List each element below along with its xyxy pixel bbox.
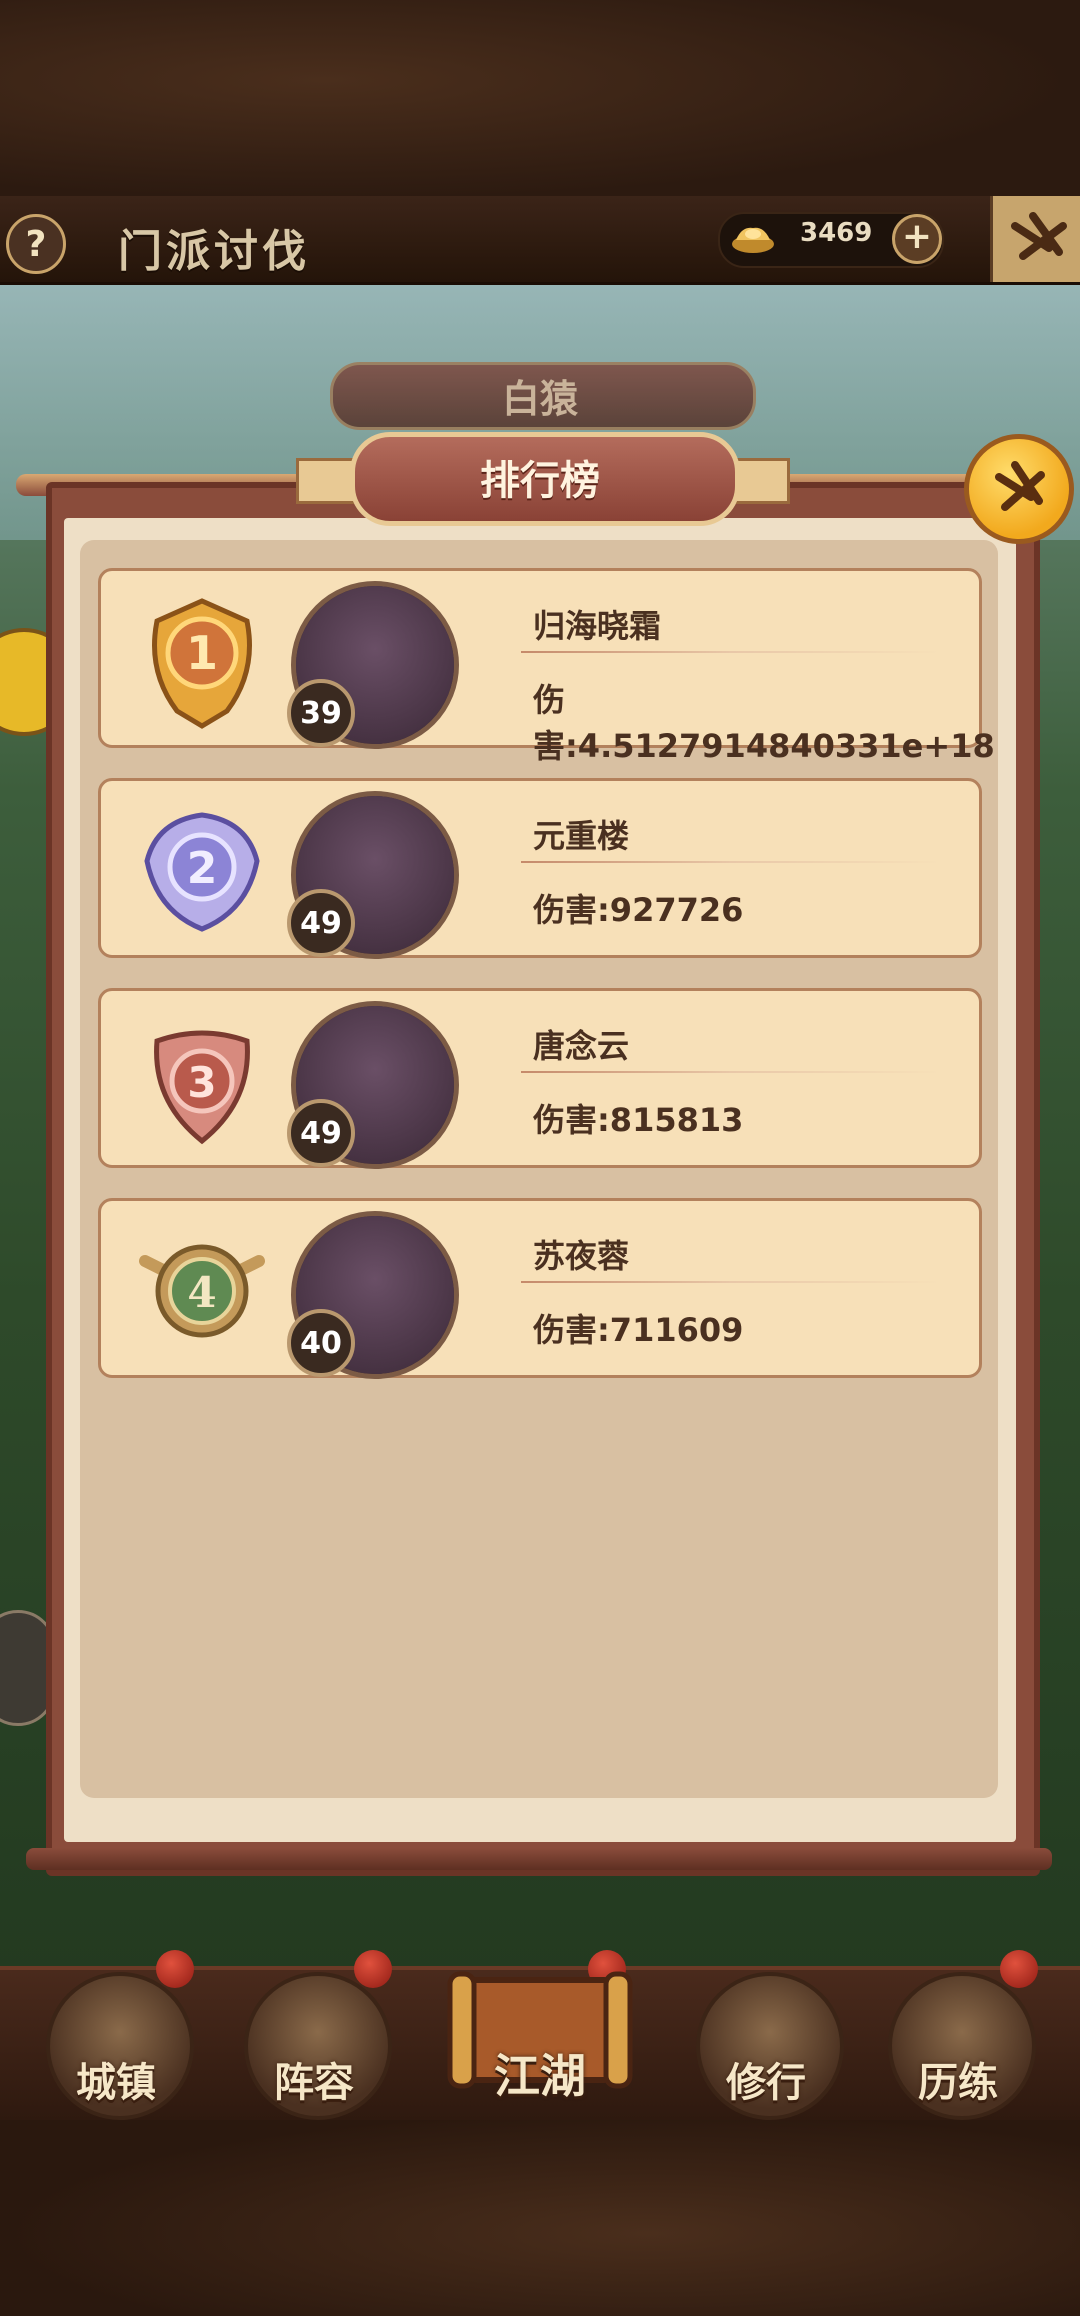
panel-bottom-rail (26, 1848, 1052, 1870)
divider (521, 1281, 941, 1283)
nav-jianghu-label: 江湖 (494, 2049, 586, 2103)
bronze-medal-icon: 3 (154, 1030, 250, 1145)
close-icon (995, 461, 1045, 511)
nav-trials-label: 历练 (918, 2060, 998, 2106)
player-name: 归海晓霜 (533, 607, 662, 645)
plus-icon[interactable]: + (892, 214, 942, 264)
level-badge: 49 (287, 889, 355, 957)
level-badge: 49 (287, 1099, 355, 1167)
damage-value: 伤害:4.5127914840331e+18 (533, 681, 995, 765)
svg-text:4: 4 (187, 1268, 216, 1317)
level-badge: 40 (287, 1309, 355, 1377)
currency-value: 3469 (800, 218, 873, 248)
notification-dot (156, 1950, 194, 1988)
nav-lineup-label: 阵容 (274, 2060, 354, 2106)
leaderboard-row[interactable]: 4 40 苏夜蓉 伤害:711609 (98, 1198, 982, 1379)
close-button[interactable] (964, 434, 1074, 544)
svg-text:1: 1 (186, 626, 218, 680)
damage-value: 伤害:711609 (533, 1311, 744, 1349)
gold-medal-icon: 1 (152, 598, 252, 729)
nav-cultivation-label: 修行 (726, 2060, 806, 2106)
exit-button[interactable] (990, 196, 1080, 282)
divider (521, 1071, 941, 1073)
exit-icon (1011, 212, 1067, 260)
notification-dot (1000, 1950, 1038, 1988)
player-name: 苏夜蓉 (533, 1237, 630, 1275)
divider (521, 861, 941, 863)
rank-4-badge-icon: 4 (139, 1244, 265, 1338)
bottom-backdrop (0, 2110, 1080, 2316)
help-button[interactable]: ? (6, 214, 66, 274)
level-badge: 39 (287, 679, 355, 747)
leaderboard-title: 排行榜 (480, 458, 600, 504)
damage-value: 伤害:927726 (533, 891, 744, 929)
svg-text:2: 2 (187, 843, 218, 894)
page-title: 门派讨伐 (118, 226, 310, 277)
player-name: 唐念云 (533, 1027, 630, 1065)
silver-medal-icon: 2 (144, 812, 260, 932)
nav-town-label: 城镇 (76, 2060, 156, 2106)
leaderboard-row[interactable]: 2 49 元重楼 伤害:927726 (98, 778, 982, 959)
divider (521, 651, 941, 653)
boss-name: 白猿 (501, 377, 578, 421)
damage-value: 伤害:815813 (533, 1101, 744, 1139)
svg-text:3: 3 (187, 1058, 216, 1107)
notification-dot (354, 1950, 392, 1988)
player-name: 元重楼 (533, 817, 630, 855)
top-backdrop (0, 0, 1080, 200)
leaderboard-row[interactable]: 1 39 归海晓霜 伤害:4.5127914840331e+18 (98, 568, 995, 765)
leaderboard-row[interactable]: 3 49 唐念云 伤害:815813 (98, 988, 982, 1169)
gold-ingot-icon (732, 227, 774, 253)
